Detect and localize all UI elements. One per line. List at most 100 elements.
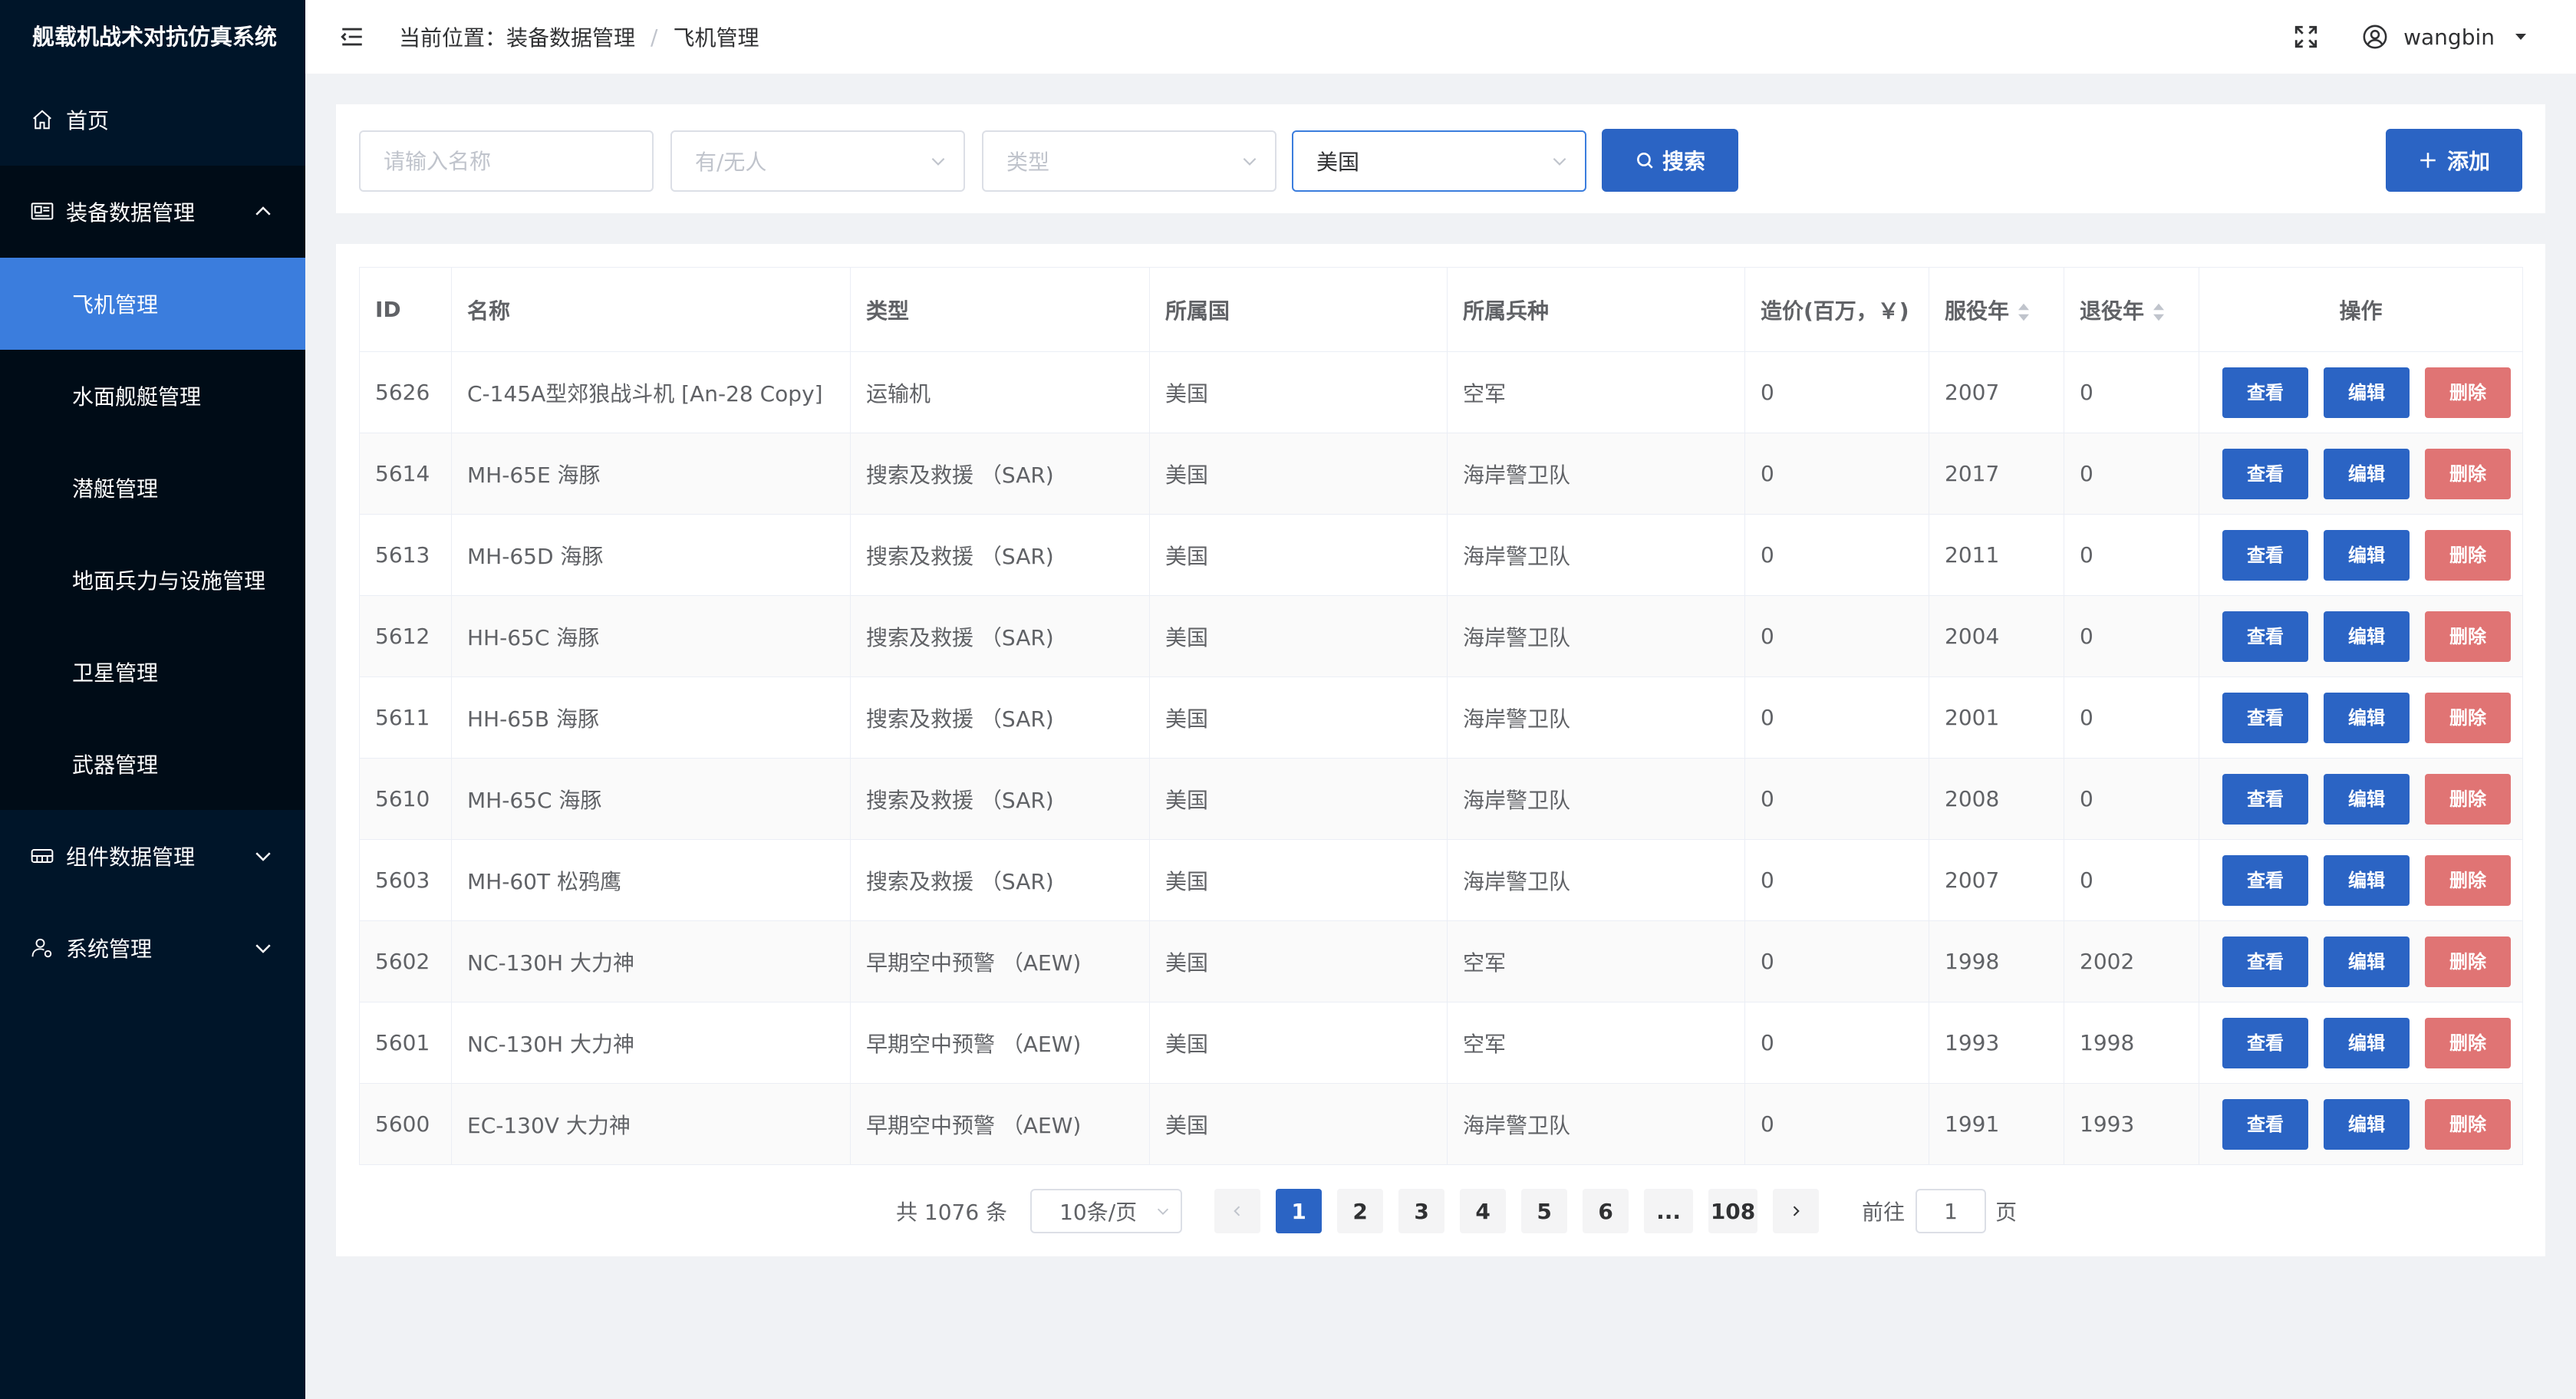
view-button[interactable]: 查看 [2222,854,2308,906]
view-button[interactable]: 查看 [2222,692,2308,743]
delete-button[interactable]: 删除 [2425,692,2511,743]
sidebar-item-surface-ships[interactable]: 水面舰艇管理 [0,350,305,442]
edit-button[interactable]: 编辑 [2324,367,2410,418]
menu-item-components[interactable]: 组件数据管理 [0,810,305,902]
sort-icon[interactable] [2152,301,2166,323]
view-button[interactable]: 查看 [2222,1098,2308,1150]
delete-button[interactable]: 删除 [2425,611,2511,662]
cell-name: NC-130H 大力神 [451,920,851,1002]
cell-name: HH-65C 海豚 [451,595,851,677]
menu-item-system[interactable]: 系统管理 [0,902,305,994]
view-button[interactable]: 查看 [2222,611,2308,662]
view-button[interactable]: 查看 [2222,773,2308,825]
manned-select[interactable]: 有/无人 [670,130,965,192]
delete-button[interactable]: 删除 [2425,773,2511,825]
delete-button[interactable]: 删除 [2425,448,2511,499]
sidebar-item-ground-forces[interactable]: 地面兵力与设施管理 [0,534,305,626]
equipment-icon [29,199,55,225]
cell-country: 美国 [1149,758,1448,840]
cell-type: 运输机 [850,351,1150,433]
delete-button[interactable]: 删除 [2425,367,2511,418]
delete-button[interactable]: 删除 [2425,936,2511,987]
cell-name: HH-65B 海豚 [451,676,851,759]
page-size-select[interactable]: 10条/页 [1030,1189,1183,1233]
page-button[interactable]: 1 [1276,1189,1323,1233]
username[interactable]: wangbin [2403,25,2495,50]
view-button[interactable]: 查看 [2222,1017,2308,1068]
cell-country: 美国 [1149,351,1448,433]
sort-icon[interactable] [2017,301,2031,323]
name-search-input[interactable] [384,132,652,190]
delete-button[interactable]: 删除 [2425,529,2511,581]
table-body: 5626 C-145A型郊狼战斗机 [An-28 Copy] 运输机 美国 空军 0 200… [359,351,2523,1165]
chevron-left-icon [1234,1206,1240,1216]
column-header-name: 名称 [451,267,851,352]
menu-item-equipment[interactable]: 装备数据管理 [0,166,305,258]
breadcrumb-current: 飞机管理 [673,25,759,51]
page-button[interactable]: 108 [1708,1189,1758,1233]
name-search-field[interactable] [359,130,654,192]
cell-service-year: 2007 [1929,839,2064,921]
menu-item-home[interactable]: 首页 [0,74,305,166]
page-button[interactable]: 2 [1337,1189,1384,1233]
page-button[interactable]: 5 [1521,1189,1568,1233]
fullscreen-icon[interactable] [2293,24,2319,50]
view-button[interactable]: 查看 [2222,448,2308,499]
breadcrumb-parent[interactable]: 装备数据管理 [506,21,635,52]
page-unit-label: 页 [1995,1200,2018,1225]
next-page-button[interactable] [1773,1189,1820,1233]
country-select[interactable]: 美国 [1292,130,1586,192]
sidebar-item-submarines[interactable]: 潜艇管理 [0,442,305,534]
table-row: 5612 HH-65C 海豚 搜索及救援 （SAR) 美国 海岸警卫队 0 2004 0 查看编… [359,595,2523,677]
delete-button[interactable]: 删除 [2425,1017,2511,1068]
delete-button[interactable]: 删除 [2425,854,2511,906]
cell-retire-year: 1998 [2064,1002,2199,1084]
search-button[interactable]: 搜索 [1602,129,1738,192]
edit-button[interactable]: 编辑 [2324,692,2410,743]
goto-page-field[interactable] [1916,1189,1987,1233]
page-button[interactable]: 6 [1583,1189,1629,1233]
view-button[interactable]: 查看 [2222,529,2308,581]
cell-actions: 查看 编辑 删除 [2199,839,2523,921]
caret-down-icon[interactable] [2512,28,2530,46]
cell-type: 早期空中预警 （AEW) [850,1083,1150,1165]
prev-page-button[interactable] [1214,1189,1261,1233]
sidebar-item-weapons[interactable]: 武器管理 [0,718,305,810]
view-button[interactable]: 查看 [2222,936,2308,987]
cell-retire-year: 0 [2064,351,2199,433]
edit-button[interactable]: 编辑 [2324,936,2410,987]
goto-page-input[interactable] [1920,1198,1982,1224]
add-button[interactable]: 添加 [2386,129,2522,192]
cell-actions: 查看 编辑 删除 [2199,676,2523,759]
sidebar-item-aircraft[interactable]: 飞机管理 [0,258,305,350]
aircraft-table: ID 名称 类型 所属国 所属兵种 造价(百万，￥) 服役年 退役年 操作 56… [359,267,2523,1165]
edit-button[interactable]: 编辑 [2324,1098,2410,1150]
page-ellipsis-button[interactable]: ... [1644,1189,1694,1233]
view-button[interactable]: 查看 [2222,367,2308,418]
sidebar-item-satellites[interactable]: 卫星管理 [0,626,305,718]
edit-button[interactable]: 编辑 [2324,529,2410,581]
chevron-down-icon [255,852,271,861]
page-button[interactable]: 4 [1460,1189,1507,1233]
user-avatar-icon[interactable] [2362,24,2388,50]
table-card: ID 名称 类型 所属国 所属兵种 造价(百万，￥) 服役年 退役年 操作 56… [336,244,2545,1256]
edit-button[interactable]: 编辑 [2324,854,2410,906]
edit-button[interactable]: 编辑 [2324,448,2410,499]
cell-branch: 海岸警卫队 [1447,514,1745,596]
cell-cost: 0 [1744,839,1929,921]
chevron-down-icon [931,157,945,166]
delete-button[interactable]: 删除 [2425,1098,2511,1150]
breadcrumb-separator: / [651,24,658,50]
cell-retire-year: 1993 [2064,1083,2199,1165]
table-row: 5613 MH-65D 海豚 搜索及救援 （SAR) 美国 海岸警卫队 0 2011 0 查看编… [359,514,2523,596]
column-header-retire-year[interactable]: 退役年 [2064,267,2199,352]
menu-fold-icon[interactable] [339,24,365,50]
type-select[interactable]: 类型 [982,130,1276,192]
edit-button[interactable]: 编辑 [2324,773,2410,825]
cell-country: 美国 [1149,920,1448,1002]
column-header-service-year[interactable]: 服役年 [1929,267,2064,352]
page-button[interactable]: 3 [1398,1189,1445,1233]
edit-button[interactable]: 编辑 [2324,611,2410,662]
edit-button[interactable]: 编辑 [2324,1017,2410,1068]
search-icon [1637,153,1653,169]
